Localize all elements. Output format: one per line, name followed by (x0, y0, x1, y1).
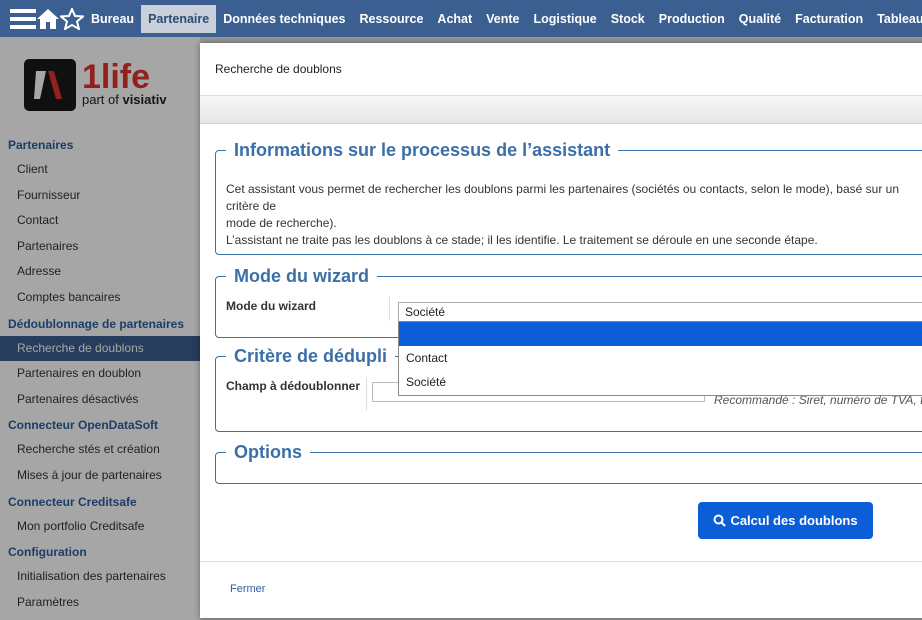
nav-item-tableaux-d[interactable]: Tableaux d (870, 5, 922, 33)
info-fieldset: Informations sur le processus de l’assis… (215, 140, 922, 255)
footer-divider (200, 561, 922, 562)
nav-item-partenaire[interactable]: Partenaire (141, 4, 217, 33)
info-text-line1: Cet assistant vous permet de rechercher … (226, 182, 900, 213)
home-icon[interactable] (36, 0, 60, 37)
nav-item-logistique[interactable]: Logistique (527, 5, 604, 33)
compute-button-label: Calcul des doublons (730, 513, 858, 528)
search-icon (713, 514, 727, 527)
nav-item-qualit-[interactable]: Qualité (732, 5, 788, 33)
mode-select[interactable]: Société (398, 302, 922, 322)
mode-option-contact[interactable]: Contact (399, 346, 922, 370)
nav-item-ressource[interactable]: Ressource (352, 5, 430, 33)
info-legend: Informations sur le processus de l’assis… (234, 140, 611, 160)
top-navbar: Bureau Partenaire Données techniques Ressou… (0, 0, 922, 37)
nav-item-production[interactable]: Production (652, 5, 732, 33)
mode-dropdown-list: Contact Société (398, 321, 922, 396)
field-separator (366, 377, 367, 411)
mode-label: Mode du wizard (226, 299, 316, 313)
dialog-toolbar (200, 96, 922, 124)
criteria-legend: Critère de dédupli (234, 346, 388, 366)
mode-legend: Mode du wizard (234, 266, 369, 286)
nav-item-donn-es-techniques[interactable]: Données techniques (216, 5, 352, 33)
close-link[interactable]: Fermer (230, 583, 265, 595)
compute-duplicates-button[interactable]: Calcul des doublons (698, 502, 873, 539)
field-separator (389, 297, 390, 321)
info-text-line3: L’assistant ne traite pas les doublons à… (226, 233, 818, 247)
nav-item-vente[interactable]: Vente (479, 5, 526, 33)
nav-item-bureau[interactable]: Bureau (84, 5, 141, 33)
info-text-line2: mode de recherche). (226, 216, 337, 230)
mode-option-societe[interactable]: Société (399, 370, 922, 394)
star-icon[interactable] (60, 0, 84, 37)
mode-option[interactable] (399, 322, 922, 346)
dialog-title: Recherche de doublons (200, 43, 922, 96)
options-legend[interactable]: Options (226, 442, 310, 463)
nav-item-stock[interactable]: Stock (604, 5, 652, 33)
criteria-label: Champ à dédoublonner (226, 379, 361, 393)
nav-item-achat[interactable]: Achat (430, 5, 479, 33)
hamburger-menu-icon[interactable] (10, 0, 36, 37)
options-fieldset[interactable]: Options (215, 442, 922, 484)
nav-item-facturation[interactable]: Facturation (788, 5, 870, 33)
